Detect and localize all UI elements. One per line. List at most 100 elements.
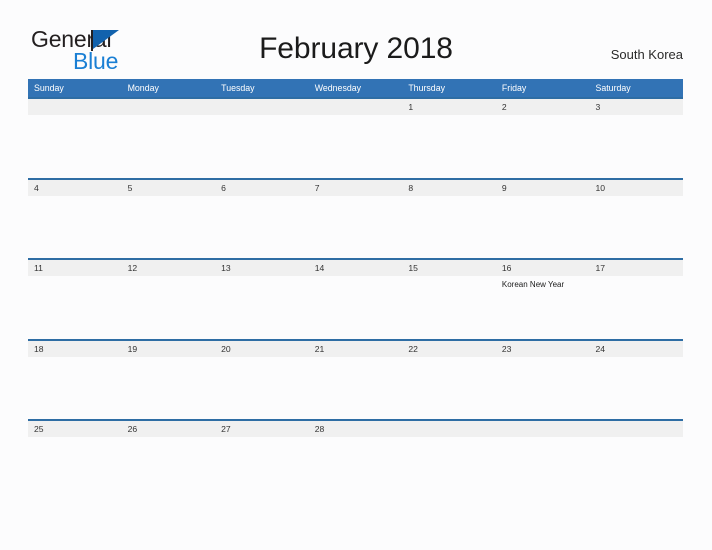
day-cell[interactable]: 16 Korean New Year — [495, 260, 590, 339]
day-cell[interactable]: 24 — [589, 340, 684, 420]
day-body: Korean New Year — [496, 276, 590, 290]
day-number — [402, 421, 496, 437]
day-body — [215, 357, 309, 360]
day-cell[interactable] — [402, 421, 496, 500]
day-cell[interactable]: 3 — [589, 99, 684, 178]
day-body — [589, 276, 683, 279]
weekday-header-sunday: Sunday — [34, 83, 64, 93]
day-body — [122, 276, 216, 279]
day-cell[interactable]: 13 — [215, 260, 309, 339]
day-cell[interactable] — [215, 99, 309, 178]
day-cell[interactable] — [28, 99, 122, 178]
day-cell[interactable]: 12 — [121, 260, 216, 339]
day-body — [402, 196, 496, 199]
day-body — [402, 276, 496, 279]
day-body — [122, 437, 216, 440]
day-body — [309, 196, 403, 199]
day-cell[interactable]: 2 — [495, 99, 590, 178]
day-cell[interactable]: 20 — [215, 340, 309, 420]
day-body — [215, 115, 309, 118]
weekday-header-monday: Monday — [127, 83, 159, 93]
day-body — [122, 115, 216, 118]
day-number: 28 — [308, 421, 403, 437]
calendar-week-row: 1 2 3 — [28, 97, 684, 178]
day-body — [215, 437, 309, 440]
day-cell[interactable]: 22 — [402, 340, 496, 420]
weekday-header-thursday: Thursday — [408, 83, 445, 93]
day-number: 15 — [402, 260, 496, 276]
day-body — [589, 437, 683, 440]
day-body — [28, 357, 122, 360]
day-number: 13 — [215, 260, 309, 276]
day-number: 12 — [121, 260, 216, 276]
day-number: 23 — [495, 340, 590, 357]
day-cell[interactable]: 8 — [402, 179, 496, 259]
day-body — [496, 357, 590, 360]
day-number: 4 — [28, 179, 122, 196]
day-cell[interactable]: 17 — [589, 260, 684, 339]
day-cell[interactable]: 15 — [402, 260, 496, 339]
day-body — [28, 437, 122, 440]
weekday-header-tuesday: Tuesday — [221, 83, 255, 93]
day-cell[interactable]: 23 — [495, 340, 590, 420]
calendar-week-row: 4 5 6 7 8 9 10 — [28, 177, 684, 259]
day-cell[interactable]: 4 — [28, 179, 122, 259]
day-body — [122, 357, 216, 360]
day-number: 16 — [495, 260, 590, 276]
page-title: February 2018 — [259, 32, 453, 65]
day-number: 20 — [215, 340, 309, 357]
day-event: Korean New Year — [501, 280, 565, 289]
day-cell[interactable]: 1 — [402, 99, 496, 178]
day-cell[interactable]: 9 — [495, 179, 590, 259]
calendar-grid: Sunday Monday Tuesday Wednesday Thursday… — [28, 79, 684, 500]
day-cell[interactable]: 5 — [121, 179, 216, 259]
day-cell[interactable]: 10 — [589, 179, 684, 259]
day-number: 14 — [308, 260, 403, 276]
day-number: 6 — [215, 179, 309, 196]
day-body — [402, 115, 496, 118]
day-body — [496, 196, 590, 199]
weekday-header-friday: Friday — [501, 83, 527, 93]
day-body — [402, 357, 496, 360]
day-body — [309, 437, 403, 440]
day-cell[interactable]: 18 — [28, 340, 122, 420]
day-cell[interactable]: 26 — [121, 421, 216, 500]
day-number: 19 — [121, 340, 216, 357]
day-body — [122, 196, 216, 199]
day-body — [589, 196, 683, 199]
day-cell[interactable] — [495, 421, 590, 500]
day-cell[interactable]: 6 — [215, 179, 309, 259]
day-cell[interactable]: 19 — [121, 340, 216, 420]
day-cell[interactable]: 7 — [308, 179, 403, 259]
day-body — [309, 115, 403, 118]
day-body — [496, 115, 590, 118]
day-number: 3 — [589, 99, 684, 115]
day-cell[interactable] — [308, 99, 403, 178]
calendar-week-row: 11 12 13 14 15 16 Korean New Year 17 — [28, 258, 684, 339]
day-number: 17 — [589, 260, 684, 276]
day-number: 10 — [589, 179, 684, 196]
weekday-header-row: Sunday Monday Tuesday Wednesday Thursday… — [28, 79, 683, 97]
day-cell[interactable]: 28 — [308, 421, 403, 500]
day-cell[interactable] — [589, 421, 684, 500]
day-number — [121, 99, 216, 115]
day-number — [589, 421, 684, 437]
day-number: 5 — [121, 179, 216, 196]
day-number: 2 — [495, 99, 590, 115]
country-label: South Korea — [610, 47, 683, 62]
day-number: 26 — [121, 421, 216, 437]
day-body — [402, 437, 496, 440]
calendar-week-row: 25 26 27 28 — [28, 419, 684, 500]
day-cell[interactable]: 14 — [308, 260, 403, 339]
day-cell[interactable] — [121, 99, 216, 178]
day-number: 27 — [215, 421, 309, 437]
day-number: 1 — [402, 99, 496, 115]
day-body — [28, 196, 122, 199]
day-cell[interactable]: 25 — [28, 421, 122, 500]
day-number: 8 — [402, 179, 496, 196]
day-cell[interactable]: 21 — [308, 340, 403, 420]
day-cell[interactable]: 27 — [215, 421, 309, 500]
day-cell[interactable]: 11 — [28, 260, 122, 339]
day-number — [215, 99, 309, 115]
weekday-header-saturday: Saturday — [595, 83, 631, 93]
